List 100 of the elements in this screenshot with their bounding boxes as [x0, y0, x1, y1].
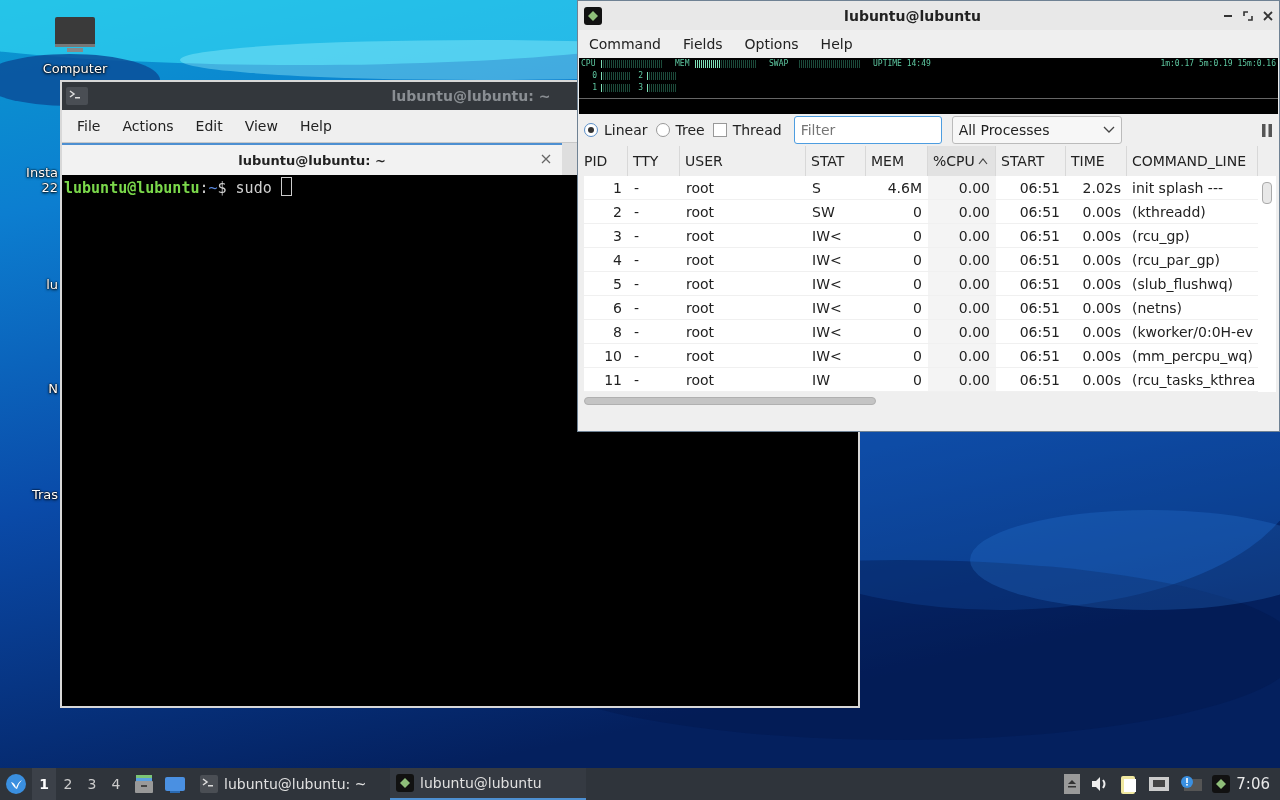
table-cell: 0.00 [928, 368, 996, 392]
scrollbar-thumb[interactable] [1262, 182, 1272, 204]
table-cell: 0.00 [928, 272, 996, 296]
caret-icon [1102, 126, 1115, 134]
table-cell: 06:51 [996, 176, 1066, 200]
table-cell: 0.00s [1066, 224, 1127, 248]
file-cabinet-icon[interactable] [134, 774, 154, 794]
table-cell: 0.00s [1066, 272, 1127, 296]
table-cell: IW< [806, 272, 866, 296]
table-cell: 06:51 [996, 368, 1066, 392]
menu-item[interactable]: Fields [671, 36, 734, 52]
menu-item[interactable]: Command [578, 36, 672, 52]
menu-item[interactable]: Actions [111, 118, 185, 134]
table-cell: 0.00 [928, 224, 996, 248]
menu-item[interactable]: Options [733, 36, 810, 52]
meter-label: MEM [675, 59, 691, 69]
table-cell: root [680, 296, 806, 320]
table-cell: 11 [584, 368, 628, 392]
close-icon[interactable] [1263, 10, 1273, 21]
icon-label: 22 [41, 180, 58, 195]
app-icon [396, 774, 414, 792]
table-cell: 3 [584, 224, 628, 248]
table-cell: - [628, 368, 680, 392]
close-icon[interactable] [540, 153, 552, 165]
table-cell: S [806, 176, 866, 200]
workspace-button[interactable]: 1 [32, 768, 56, 800]
meter-label: CPU [581, 59, 597, 69]
table-cell: 0.00 [928, 248, 996, 272]
table-cell: - [628, 176, 680, 200]
workspace-button[interactable]: 4 [104, 768, 128, 800]
table-cell: 06:51 [996, 224, 1066, 248]
table-cell: IW< [806, 344, 866, 368]
usage-meter [601, 72, 631, 80]
table-cell: 06:51 [996, 296, 1066, 320]
thread-checkbox[interactable]: Thread [712, 122, 782, 138]
desktop-icon[interactable] [164, 775, 186, 793]
table-cell: root [680, 368, 806, 392]
table-cell: 0.00s [1066, 320, 1127, 344]
table-cell: 0.00 [928, 320, 996, 344]
table-cell: 0.00 [928, 344, 996, 368]
column-header[interactable]: %CPU [928, 146, 996, 176]
table-cell: 06:51 [996, 200, 1066, 224]
table-cell: IW [806, 368, 866, 392]
table-cell: SW [806, 200, 866, 224]
network-icon[interactable] [1148, 776, 1171, 792]
taskbar-button[interactable]: lubuntu@lubuntu [390, 768, 586, 800]
taskbar-button[interactable]: lubuntu@lubuntu: ~ [194, 768, 390, 800]
menu-item[interactable]: File [66, 118, 112, 134]
meter-label: SWAP [769, 59, 790, 69]
table-cell: 2.02s [1066, 176, 1127, 200]
pause-icon[interactable] [1261, 123, 1273, 137]
view-radio[interactable]: Linear [584, 122, 648, 138]
table-cell: 0.00s [1066, 200, 1127, 224]
table-cell: 2 [584, 200, 628, 224]
table-cell: IW< [806, 224, 866, 248]
menu-item[interactable]: Help [809, 36, 864, 52]
table-cell: 4 [584, 248, 628, 272]
menu-item[interactable]: Help [288, 118, 343, 134]
table-cell: root [680, 224, 806, 248]
window-title: lubuntu@lubuntu [843, 7, 982, 24]
table-cell: IW< [806, 296, 866, 320]
terminal-icon [200, 775, 218, 793]
table-cell: - [628, 296, 680, 320]
uptime-text: UPTIME 14:49 [873, 59, 931, 69]
table-cell: 5 [584, 272, 628, 296]
table-cell: - [628, 320, 680, 344]
table-cell: root [680, 344, 806, 368]
table-cell: 8 [584, 320, 628, 344]
table-cell: 0.00 [928, 296, 996, 320]
table-cell: root [680, 200, 806, 224]
core-label: 2 [637, 71, 643, 81]
usage-meter [647, 84, 677, 92]
icon-label: Computer [42, 61, 108, 76]
table-cell: 06:51 [996, 272, 1066, 296]
usage-meter [695, 60, 757, 68]
menu-item[interactable]: View [233, 118, 289, 134]
table-cell: 0.00 [928, 176, 996, 200]
menu-item[interactable]: Edit [184, 118, 234, 134]
filter-field[interactable]: Filter [793, 116, 942, 144]
maximize-icon[interactable] [1243, 10, 1253, 21]
process-filter-dropdown[interactable]: All Processes [951, 116, 1122, 144]
notification-icon[interactable] [1180, 775, 1203, 793]
terminal-tab[interactable]: lubuntu@lubuntu: ~ [62, 143, 562, 175]
clock: 7:06 [1235, 775, 1271, 793]
workspace-button[interactable]: 2 [56, 768, 80, 800]
scrollbar-thumb[interactable] [584, 397, 876, 405]
core-label: 3 [637, 83, 643, 93]
column-header[interactable]: PID [584, 146, 628, 176]
table-cell: - [628, 224, 680, 248]
eject-icon[interactable] [1064, 774, 1081, 794]
table-cell: 10 [584, 344, 628, 368]
workspace-button[interactable]: 3 [80, 768, 104, 800]
table-cell: 0.00s [1066, 248, 1127, 272]
monitor-icon[interactable] [54, 16, 96, 54]
app-icon [1212, 775, 1231, 793]
view-radio[interactable]: Tree [655, 122, 705, 138]
table-cell: 06:51 [996, 248, 1066, 272]
icon-label: lu [46, 277, 58, 292]
clipboard-icon[interactable] [1120, 774, 1139, 794]
usage-meter [601, 84, 631, 92]
